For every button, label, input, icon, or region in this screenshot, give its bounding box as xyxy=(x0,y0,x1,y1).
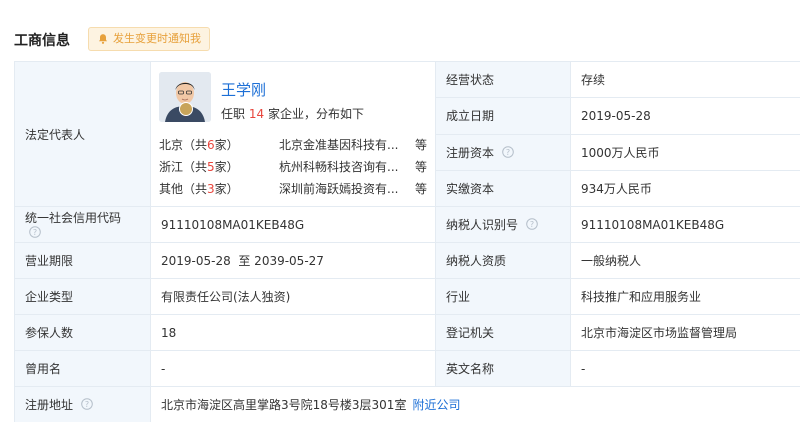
legal-rep-cell: 王学刚 任职 14 家企业，分布如下 北京（共6家） 北京金准基因科技有... … xyxy=(150,61,436,207)
table-row: 营业期限 2019-05-28 至 2039-05-27 纳税人资质 一般纳税人 xyxy=(14,242,800,279)
region-more[interactable]: 等 xyxy=(415,180,427,197)
registration-authority-label: 登记机关 xyxy=(435,314,571,351)
operating-status-value: 存续 xyxy=(570,60,800,99)
industry-label: 行业 xyxy=(435,278,571,315)
legal-rep-label: 法定代表人 xyxy=(25,127,86,142)
established-date-label: 成立日期 xyxy=(435,97,571,135)
region-more[interactable]: 等 xyxy=(415,158,427,175)
business-term-label: 营业期限 xyxy=(14,242,151,279)
taxpayer-qualification-label: 纳税人资质 xyxy=(435,242,571,279)
credit-code-value: 91110108MA01KEB48G xyxy=(150,206,436,243)
taxpayer-id-value: 91110108MA01KEB48G xyxy=(570,206,800,243)
taxpayer-qualification-value: 一般纳税人 xyxy=(570,242,800,279)
region-more[interactable]: 等 xyxy=(415,136,427,153)
svg-text:?: ? xyxy=(506,147,510,156)
paid-in-capital-value: 934万人民币 xyxy=(570,169,800,208)
credit-code-label: 统一社会信用代码 ? xyxy=(14,206,151,243)
registration-authority-value: 北京市海淀区市场监督管理局 xyxy=(570,314,800,351)
established-date-value: 2019-05-28 xyxy=(570,97,800,135)
former-name-value: - xyxy=(150,350,436,387)
help-icon[interactable]: ? xyxy=(29,226,41,238)
help-icon[interactable]: ? xyxy=(81,398,93,410)
summary-prefix: 任职 xyxy=(221,107,246,121)
company-type-label: 企业类型 xyxy=(14,278,151,315)
section-header: 工商信息 发生变更时通知我 xyxy=(0,0,800,62)
business-info-table: 法定代表人 王学刚 任职 14 家企业，分布如下 北京（共6家） 北京金准基因科… xyxy=(14,60,800,422)
region-company-link[interactable]: 杭州科畅科技咨询有... xyxy=(279,158,409,175)
operating-status-label: 经营状态 xyxy=(435,60,571,99)
notify-on-change-button[interactable]: 发生变更时通知我 xyxy=(88,27,210,51)
address-text: 北京市海淀区高里掌路3号院18号楼3层301室 xyxy=(161,398,407,412)
region-row-zhejiang: 浙江（共5家） 杭州科畅科技咨询有... 等 xyxy=(159,158,434,176)
notify-label: 发生变更时通知我 xyxy=(113,32,201,45)
help-icon[interactable]: ? xyxy=(502,145,514,158)
industry-value: 科技推广和应用服务业 xyxy=(570,278,800,315)
registered-address-label: 注册地址 ? xyxy=(14,386,151,422)
region-company-link[interactable]: 北京金准基因科技有... xyxy=(279,136,409,153)
table-row: 曾用名 - 英文名称 - xyxy=(14,350,800,387)
paid-in-capital-label: 实缴资本 xyxy=(435,169,571,208)
region-company-link[interactable]: 深圳前海跃嫣投资有... xyxy=(279,180,409,197)
section-title: 工商信息 xyxy=(14,33,70,49)
table-row: 统一社会信用代码 ? 91110108MA01KEB48G 纳税人识别号 ? 9… xyxy=(14,206,800,243)
english-name-value: - xyxy=(570,350,800,387)
svg-text:?: ? xyxy=(530,220,534,229)
table-row: 法定代表人 王学刚 任职 14 家企业，分布如下 北京（共6家） 北京金准基因科… xyxy=(14,60,800,207)
svg-text:?: ? xyxy=(85,400,89,409)
registered-address-value: 北京市海淀区高里掌路3号院18号楼3层301室 附近公司 xyxy=(150,386,800,422)
region-name: 其他（共3家） xyxy=(159,182,239,196)
region-name: 北京（共6家） xyxy=(159,138,239,152)
registered-capital-value: 1000万人民币 xyxy=(570,133,800,171)
legal-rep-summary: 任职 14 家企业，分布如下 xyxy=(221,105,364,122)
help-icon[interactable]: ? xyxy=(526,218,538,230)
former-name-label: 曾用名 xyxy=(14,350,151,387)
legal-rep-label-cell: 法定代表人 xyxy=(14,61,151,207)
nearby-companies-link[interactable]: 附近公司 xyxy=(412,398,460,412)
english-name-label: 英文名称 xyxy=(435,350,571,387)
table-row: 参保人数 18 登记机关 北京市海淀区市场监督管理局 xyxy=(14,314,800,351)
legal-rep-card: 王学刚 任职 14 家企业，分布如下 北京（共6家） 北京金准基因科技有... … xyxy=(159,62,435,206)
legal-rep-name-link[interactable]: 王学刚 xyxy=(221,79,266,100)
insured-count-value: 18 xyxy=(150,314,436,351)
bell-icon xyxy=(99,34,107,44)
table-row: 注册地址 ? 北京市海淀区高里掌路3号院18号楼3层301室 附近公司 xyxy=(14,386,800,422)
taxpayer-id-label: 纳税人识别号 ? xyxy=(435,206,571,243)
business-term-value: 2019-05-28 至 2039-05-27 xyxy=(150,242,436,279)
insured-count-label: 参保人数 xyxy=(14,314,151,351)
registered-capital-label: 注册资本 ? xyxy=(435,133,571,171)
table-row: 企业类型 有限责任公司(法人独资) 行业 科技推广和应用服务业 xyxy=(14,278,800,315)
company-type-value: 有限责任公司(法人独资) xyxy=(150,278,436,315)
svg-text:?: ? xyxy=(33,228,37,237)
verified-badge-icon xyxy=(179,102,193,116)
summary-suffix: 家企业，分布如下 xyxy=(267,107,364,121)
region-name: 浙江（共5家） xyxy=(159,160,239,174)
region-row-other: 其他（共3家） 深圳前海跃嫣投资有... 等 xyxy=(159,180,434,198)
region-row-beijing: 北京（共6家） 北京金准基因科技有... 等 xyxy=(159,136,434,154)
summary-count: 14 xyxy=(248,107,265,121)
